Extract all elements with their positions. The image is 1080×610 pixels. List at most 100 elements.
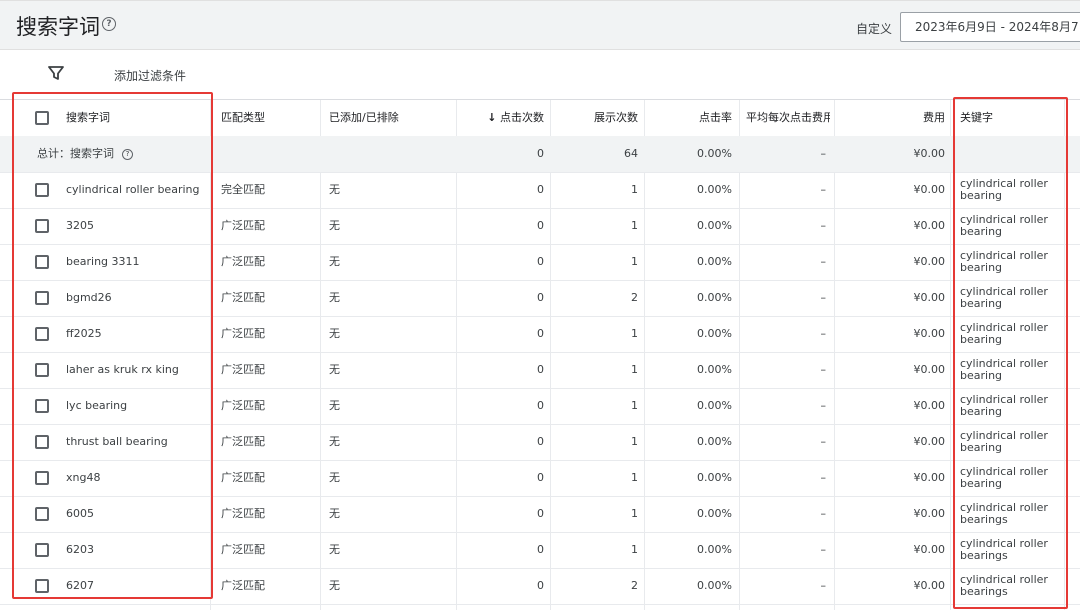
match-type: 广泛匹配 — [221, 363, 265, 376]
table-row: bgmd26 广泛匹配 无 0 2 0.00% – ¥0.00 cylindrical roll… — [0, 280, 1080, 317]
match-type: 广泛匹配 — [221, 543, 265, 556]
header-impressions[interactable]: 展示次数 — [556, 100, 638, 136]
match-type: 广泛匹配 — [221, 327, 265, 340]
table-row: thrust ball bearing 广泛匹配 无 0 1 0.00% – ¥0.00 cyl… — [0, 424, 1080, 461]
row-checkbox[interactable] — [35, 543, 49, 557]
clicks-value: 0 — [537, 219, 544, 232]
keyword-link[interactable]: cylindrical roller bearing — [960, 214, 1060, 240]
select-all-checkbox[interactable] — [35, 111, 49, 125]
row-checkbox[interactable] — [35, 291, 49, 305]
clicks-value: 0 — [537, 399, 544, 412]
header-avg-cpc[interactable]: 平均每次点击费用 — [746, 100, 830, 136]
search-term: 6203 — [66, 543, 94, 556]
row-checkbox[interactable] — [35, 219, 49, 233]
row-checkbox[interactable] — [35, 255, 49, 269]
cost-value: ¥0.00 — [913, 327, 946, 340]
page-header: 搜索字词 ? 自定义 2023年6月9日 - 2024年8月7日 — [0, 0, 1080, 50]
ctr-value: 0.00% — [697, 255, 732, 268]
match-type: 广泛匹配 — [221, 219, 265, 232]
keyword-link[interactable]: cylindrical roller bearing — [960, 430, 1060, 456]
cost-value: ¥0.00 — [913, 543, 946, 556]
keyword-link[interactable]: cylindrical roller bearing — [960, 394, 1060, 420]
total-ctr: 0.00% — [697, 147, 732, 160]
ctr-value: 0.00% — [697, 507, 732, 520]
ctr-value: 0.00% — [697, 327, 732, 340]
clicks-value: 0 — [537, 291, 544, 304]
keyword-link[interactable]: cylindrical roller bearing — [960, 286, 1060, 312]
match-type: 完全匹配 — [221, 183, 265, 196]
search-term: 6207 — [66, 579, 94, 592]
keyword-link[interactable]: cylindrical roller bearings — [960, 574, 1060, 600]
clicks-value: 0 — [537, 255, 544, 268]
help-icon[interactable]: ? — [122, 148, 133, 160]
row-checkbox[interactable] — [35, 399, 49, 413]
impressions-value: 1 — [631, 327, 638, 340]
impressions-value: 1 — [631, 363, 638, 376]
cost-value: ¥0.00 — [913, 399, 946, 412]
keyword-link[interactable]: cylindrical roller bearing — [960, 250, 1060, 276]
added-excluded-status: 无 — [329, 579, 340, 592]
added-excluded-status: 无 — [329, 255, 340, 268]
row-checkbox[interactable] — [35, 579, 49, 593]
match-type: 广泛匹配 — [221, 579, 265, 592]
avg-cpc-value: – — [820, 471, 827, 484]
table-row: cylindrical roller bearing 完全匹配 无 0 1 0.00% – ¥… — [0, 172, 1080, 209]
added-excluded-status: 无 — [329, 327, 340, 340]
impressions-value: 1 — [631, 399, 638, 412]
search-term: thrust ball bearing — [66, 435, 168, 448]
keyword-link[interactable]: cylindrical roller bearings — [960, 502, 1060, 528]
table-header-row: 搜索字词 匹配类型 已添加/已排除 ↓ 点击次数 展示次数 点击率 平均每次点击… — [0, 100, 1080, 137]
cost-value: ¥0.00 — [913, 363, 946, 376]
total-avg-cpc: – — [820, 147, 827, 160]
ctr-value: 0.00% — [697, 399, 732, 412]
total-label-text: 总计：搜索字词 — [37, 147, 114, 160]
row-checkbox[interactable] — [35, 471, 49, 485]
search-term: bgmd26 — [66, 291, 112, 304]
help-icon[interactable]: ? — [102, 17, 116, 31]
header-cost[interactable]: 费用 — [840, 100, 945, 136]
keyword-link[interactable]: cylindrical roller bearing — [960, 358, 1060, 384]
row-checkbox[interactable] — [35, 363, 49, 377]
impressions-value: 1 — [631, 183, 638, 196]
avg-cpc-value: – — [820, 579, 827, 592]
header-keyword[interactable]: 关键字 — [960, 100, 1060, 136]
avg-cpc-value: – — [820, 327, 827, 340]
search-term: 6005 — [66, 507, 94, 520]
row-checkbox[interactable] — [35, 435, 49, 449]
clicks-value: 0 — [537, 507, 544, 520]
ctr-value: 0.00% — [697, 363, 732, 376]
table-row: bearing 3311 广泛匹配 无 0 1 0.00% – ¥0.00 cylindrica… — [0, 244, 1080, 281]
total-cost: ¥0.00 — [913, 147, 946, 160]
ctr-value: 0.00% — [697, 543, 732, 556]
clicks-value: 0 — [537, 435, 544, 448]
header-ctr[interactable]: 点击率 — [650, 100, 732, 136]
cost-value: ¥0.00 — [913, 507, 946, 520]
avg-cpc-value: – — [820, 363, 827, 376]
header-match-type[interactable]: 匹配类型 — [221, 100, 316, 136]
impressions-value: 1 — [631, 435, 638, 448]
clicks-value: 0 — [537, 543, 544, 556]
add-filter-button[interactable]: 添加过滤条件 — [114, 67, 186, 84]
keyword-link[interactable]: cylindrical roller bearings — [960, 538, 1060, 564]
clicks-value: 0 — [537, 327, 544, 340]
date-range-picker[interactable]: 2023年6月9日 - 2024年8月7日 — [900, 12, 1080, 42]
header-added-excluded[interactable]: 已添加/已排除 — [329, 100, 449, 136]
keyword-link[interactable]: cylindrical roller bearing — [960, 178, 1060, 204]
ctr-value: 0.00% — [697, 435, 732, 448]
keyword-link[interactable]: cylindrical roller bearing — [960, 466, 1060, 492]
filter-icon[interactable] — [48, 65, 64, 81]
keyword-link[interactable]: cylindrical roller bearing — [960, 322, 1060, 348]
table-row: 6203 广泛匹配 无 0 1 0.00% – ¥0.00 cylindrical roller… — [0, 532, 1080, 569]
added-excluded-status: 无 — [329, 435, 340, 448]
clicks-value: 0 — [537, 183, 544, 196]
clicks-value: 0 — [537, 579, 544, 592]
row-checkbox[interactable] — [35, 183, 49, 197]
row-checkbox[interactable] — [35, 507, 49, 521]
table-row: 3205 广泛匹配 无 0 1 0.00% – ¥0.00 cylindrical roller… — [0, 208, 1080, 245]
added-excluded-status: 无 — [329, 471, 340, 484]
header-clicks[interactable]: ↓ 点击次数 — [460, 100, 544, 136]
header-search-term[interactable]: 搜索字词 — [66, 100, 206, 136]
cost-value: ¥0.00 — [913, 579, 946, 592]
table-row: xng48 广泛匹配 无 0 1 0.00% – ¥0.00 cylindrical rolle… — [0, 460, 1080, 497]
row-checkbox[interactable] — [35, 327, 49, 341]
